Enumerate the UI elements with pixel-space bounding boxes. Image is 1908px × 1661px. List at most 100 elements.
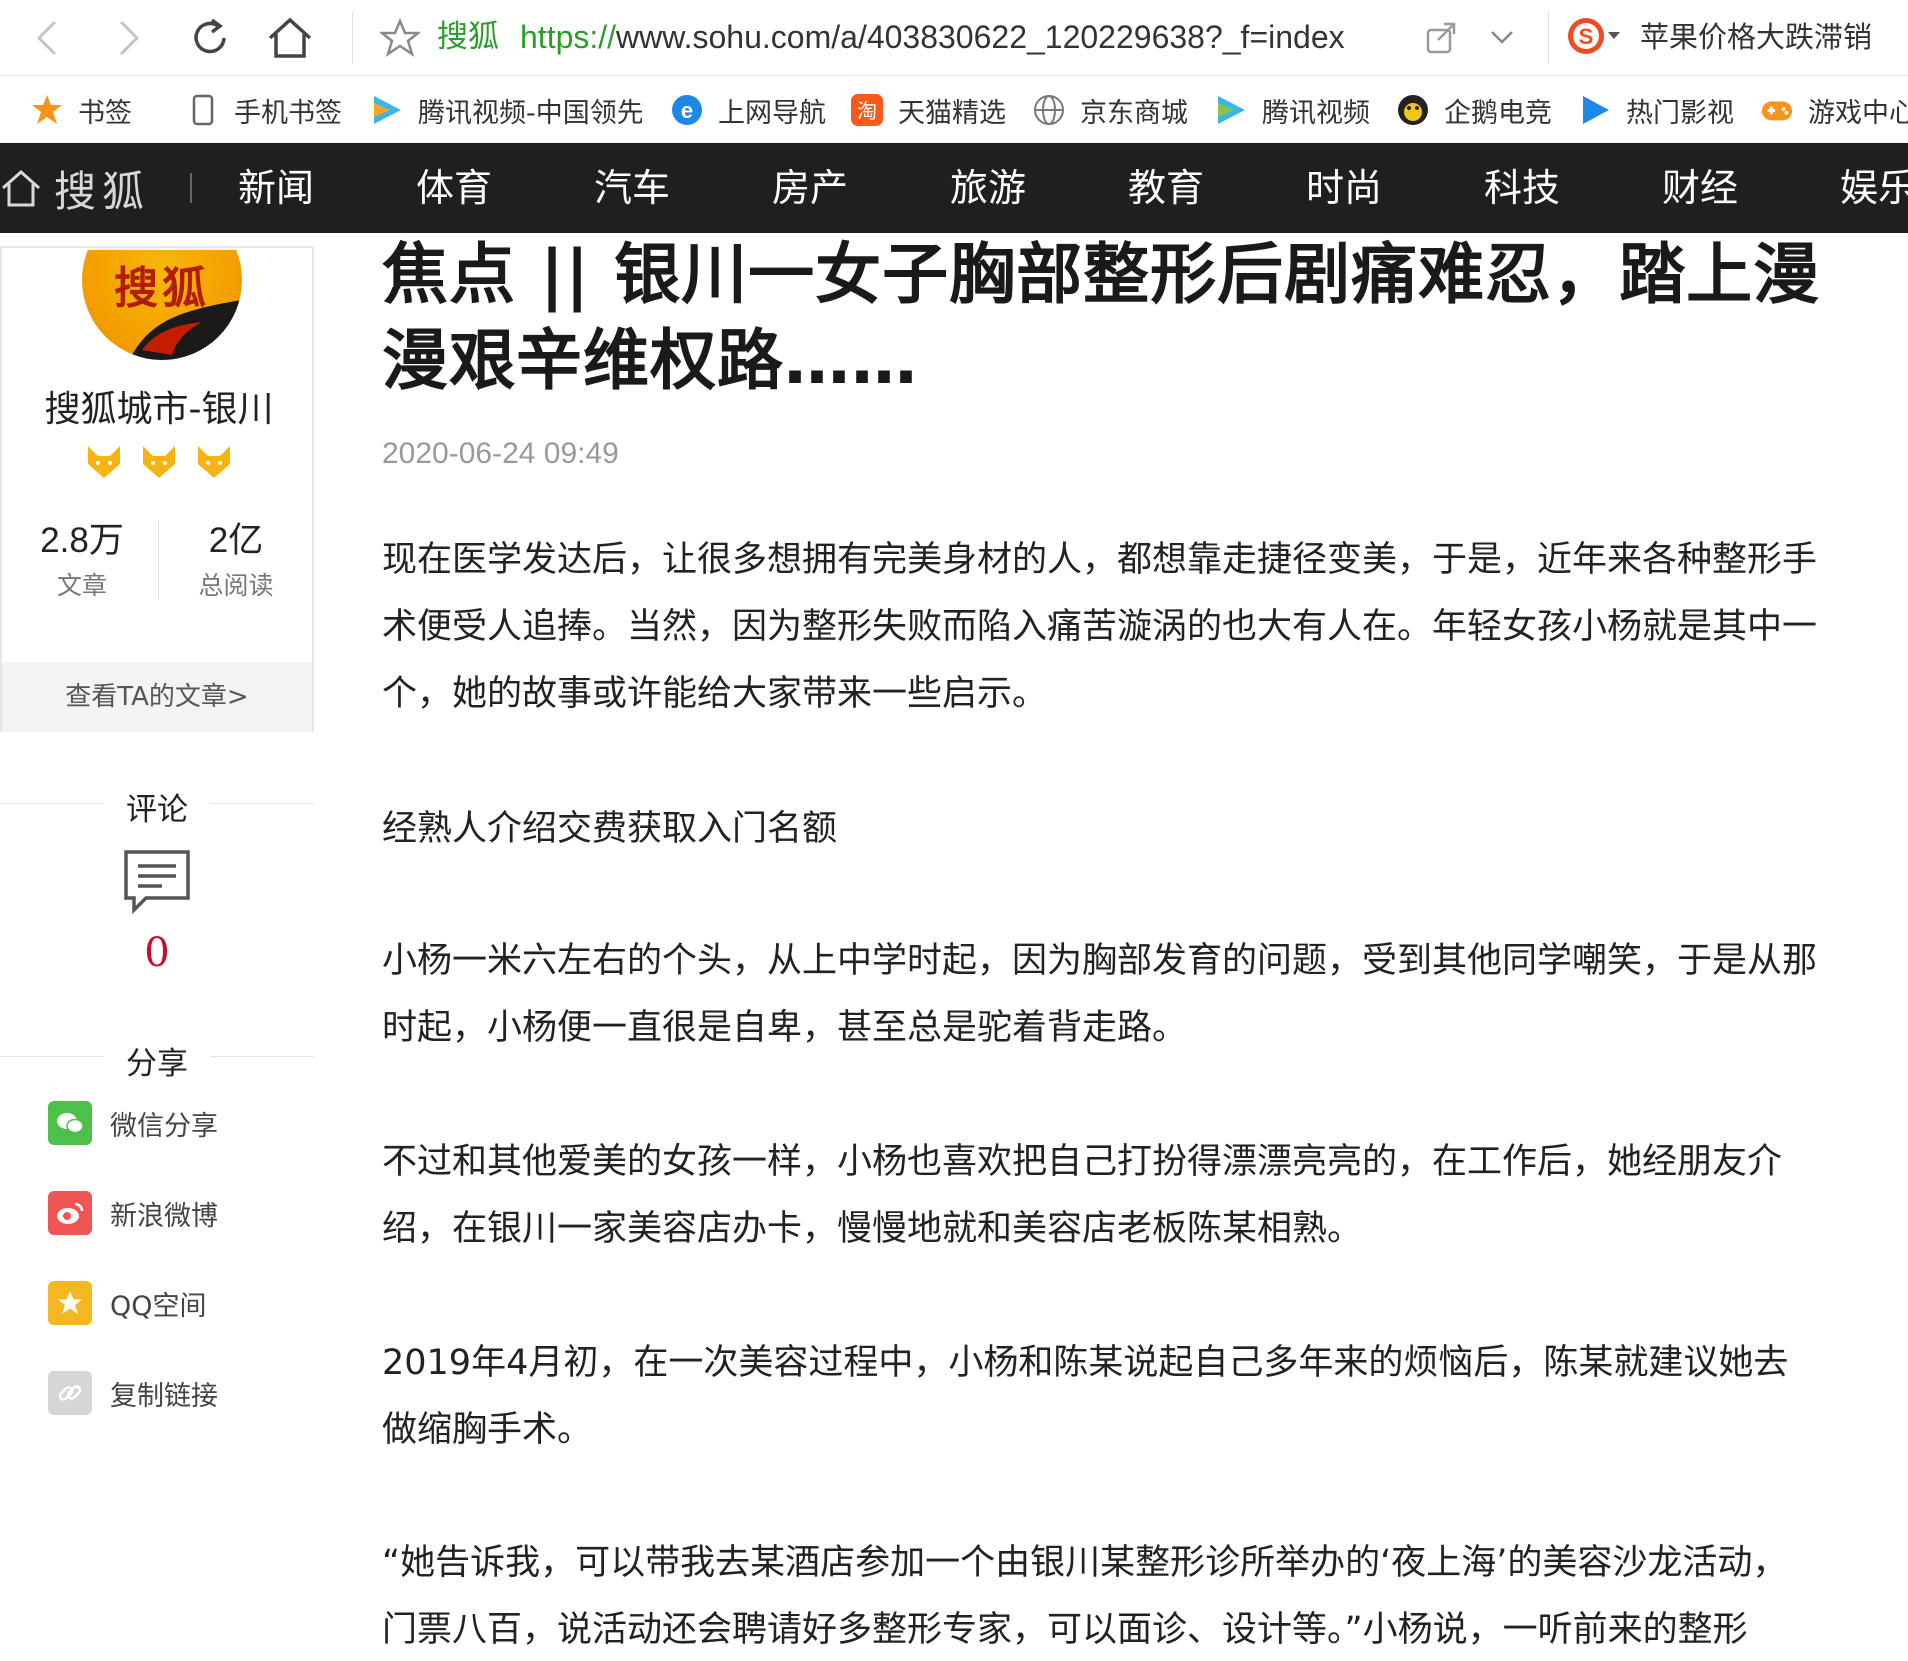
star-icon <box>30 93 64 127</box>
nav-item-education[interactable]: 教育 <box>1128 161 1204 215</box>
articles-count: 2.8万 <box>40 521 124 560</box>
article-paragraph: 现在医学发达后，让很多想拥有完美身材的人，都想靠走捷径变美，于是，近年来各种整形… <box>382 540 1818 714</box>
chevron-down-icon[interactable] <box>1488 24 1516 52</box>
comment-icon[interactable] <box>122 848 192 914</box>
search-engine-dropdown-icon[interactable] <box>1608 32 1620 39</box>
share-weibo-button[interactable]: 新浪微博 <box>48 1189 218 1237</box>
home-button[interactable] <box>260 8 320 68</box>
view-author-articles-link[interactable]: 查看TA的文章> <box>2 662 312 732</box>
nav-item-finance[interactable]: 财经 <box>1662 161 1738 215</box>
bookmark-label: 游戏中心 <box>1808 97 1908 129</box>
bookmark-item[interactable]: 书签 <box>30 89 150 131</box>
bookmark-item[interactable]: 腾讯视频 <box>1214 89 1374 131</box>
articles-label: 文章 <box>56 571 107 600</box>
bookmark-item[interactable]: 热门影视 <box>1578 89 1738 131</box>
play-icon <box>1578 93 1612 127</box>
share-wechat-button[interactable]: 微信分享 <box>48 1099 218 1147</box>
share-label: 微信分享 <box>110 1110 218 1142</box>
share-page-icon[interactable] <box>1424 20 1460 56</box>
reads-label: 总阅读 <box>198 571 274 600</box>
share-qzone-button[interactable]: QQ空间 <box>48 1279 207 1327</box>
tencent-video-icon <box>370 93 404 127</box>
article-date: 2020-06-24 09:49 <box>382 437 619 470</box>
back-button[interactable] <box>18 8 78 68</box>
article-paragraph: “她告诉我，可以带我去某酒店参加一个由银川某整形诊所举办的‘夜上海’的美容沙龙活… <box>382 1543 1788 1650</box>
forward-button[interactable] <box>98 8 158 68</box>
bookmark-label: 书签 <box>78 97 132 129</box>
back-arrow-icon <box>36 20 57 56</box>
home-icon <box>268 17 312 58</box>
article-subheading: 经熟人介绍交费获取入门名额 <box>382 809 838 849</box>
svg-text:e: e <box>681 98 693 123</box>
avatar-image: 搜狐 <box>82 250 242 360</box>
articles-stat: 2.8万 文章 <box>4 520 160 602</box>
refresh-button[interactable] <box>180 8 240 68</box>
bookmark-label: 天猫精选 <box>898 97 1006 129</box>
logo-text: 搜狐 <box>54 166 151 216</box>
bookmark-label: 上网导航 <box>718 97 826 129</box>
nav-item-travel[interactable]: 旅游 <box>950 161 1026 215</box>
svg-text:淘: 淘 <box>857 99 877 123</box>
nav-item-entertainment[interactable]: 娱乐 <box>1840 161 1908 215</box>
bookmark-item[interactable]: 游戏中心 <box>1760 89 1908 131</box>
bookmark-item[interactable]: 腾讯视频-中国领先 <box>370 89 642 131</box>
home-outline-icon <box>2 169 40 207</box>
article-paragraph: 不过和其他爱美的女孩一样，小杨也喜欢把自己打扮得漂漂亮亮的，在工作后，她经朋友介… <box>382 1142 1783 1249</box>
globe-icon <box>1032 93 1066 127</box>
bookmark-item[interactable]: e 上网导航 <box>670 89 830 131</box>
fox-badge-icon <box>143 446 175 478</box>
bookmark-item[interactable]: 手机书签 <box>186 89 356 131</box>
url-path: www.sohu.com/a/403830622_120229638?_f=in… <box>616 19 1345 55</box>
comment-count[interactable]: 0 <box>0 930 314 976</box>
bookmark-label: 手机书签 <box>234 97 342 129</box>
toolbar-divider <box>352 12 353 64</box>
nav-item-fashion[interactable]: 时尚 <box>1306 161 1382 215</box>
bookmark-item[interactable]: 京东商城 <box>1032 89 1192 131</box>
channel-nav: 搜狐 新闻 体育 汽车 房产 旅游 教育 时尚 科技 财经 娱乐 <box>0 143 1908 233</box>
share-label: 复制链接 <box>110 1380 218 1412</box>
tencent-video-icon <box>1214 93 1248 127</box>
wechat-icon <box>48 1101 92 1145</box>
author-name[interactable]: 搜狐城市-银川 <box>2 380 316 432</box>
article-paragraph: 2019年4月初，在一次美容过程中，小杨和陈某说起自己多年来的烦恼后，陈某就建议… <box>382 1343 1789 1450</box>
bookmark-label: 腾讯视频 <box>1262 97 1370 129</box>
nav-item-realestate[interactable]: 房产 <box>772 161 848 215</box>
ie-icon: e <box>670 93 704 127</box>
article-title: 焦点 || 银川一女子胸部整形后剧痛难忍，踏上漫漫艰辛维权路…… <box>382 236 1821 399</box>
weibo-icon <box>48 1191 92 1235</box>
site-name-label: 搜狐 <box>437 19 499 55</box>
phone-icon <box>186 93 220 127</box>
copy-link-button[interactable]: 复制链接 <box>48 1369 218 1417</box>
bookmark-label: 企鹅电竞 <box>1444 97 1552 129</box>
bookmark-item[interactable]: 企鹅电竞 <box>1396 89 1556 131</box>
avatar[interactable]: 搜狐 <box>82 250 242 360</box>
fox-badge-icon <box>88 446 120 478</box>
share-label: 新浪微博 <box>110 1200 218 1232</box>
refresh-icon <box>194 18 226 54</box>
gamepad-icon <box>1760 93 1794 127</box>
forward-arrow-icon <box>119 20 140 56</box>
nav-item-news[interactable]: 新闻 <box>238 161 314 215</box>
address-bar: 搜狐 https://www.sohu.com/a/403830622_1202… <box>0 0 1908 76</box>
author-badges <box>84 444 234 484</box>
logo-divider <box>190 173 192 203</box>
bookmark-label: 腾讯视频-中国领先 <box>418 97 642 129</box>
favorite-star-icon[interactable] <box>380 18 420 58</box>
reads-stat: 2亿 总阅读 <box>158 520 314 602</box>
nav-item-sports[interactable]: 体育 <box>416 161 492 215</box>
article-paragraph: 小杨一米六左右的个头，从上中学时起，因为胸部发育的问题，受到其他同学嘲笑，于是从… <box>382 941 1818 1048</box>
taobao-icon: 淘 <box>850 93 884 127</box>
fox-badge-icon <box>198 446 230 478</box>
nav-item-auto[interactable]: 汽车 <box>594 161 670 215</box>
bookmarks-bar: 书签 手机书签 腾讯视频-中国领先 e 上网导航 淘 天猫精选 京东商城 腾讯视… <box>0 77 1908 143</box>
bookmark-item[interactable]: 淘 天猫精选 <box>850 89 1010 131</box>
nav-item-tech[interactable]: 科技 <box>1484 161 1560 215</box>
svg-text:S: S <box>1579 24 1594 49</box>
bookmark-label: 热门影视 <box>1626 97 1734 129</box>
hot-search-suggestion[interactable]: 苹果价格大跌滞销 <box>1640 16 1872 58</box>
sohu-logo[interactable]: 搜狐 <box>0 157 150 219</box>
url-field[interactable]: https://www.sohu.com/a/403830622_1202296… <box>520 16 1380 58</box>
qzone-star-icon <box>48 1281 92 1325</box>
sogou-search-icon[interactable]: S <box>1566 16 1606 56</box>
penguin-icon <box>1396 93 1430 127</box>
